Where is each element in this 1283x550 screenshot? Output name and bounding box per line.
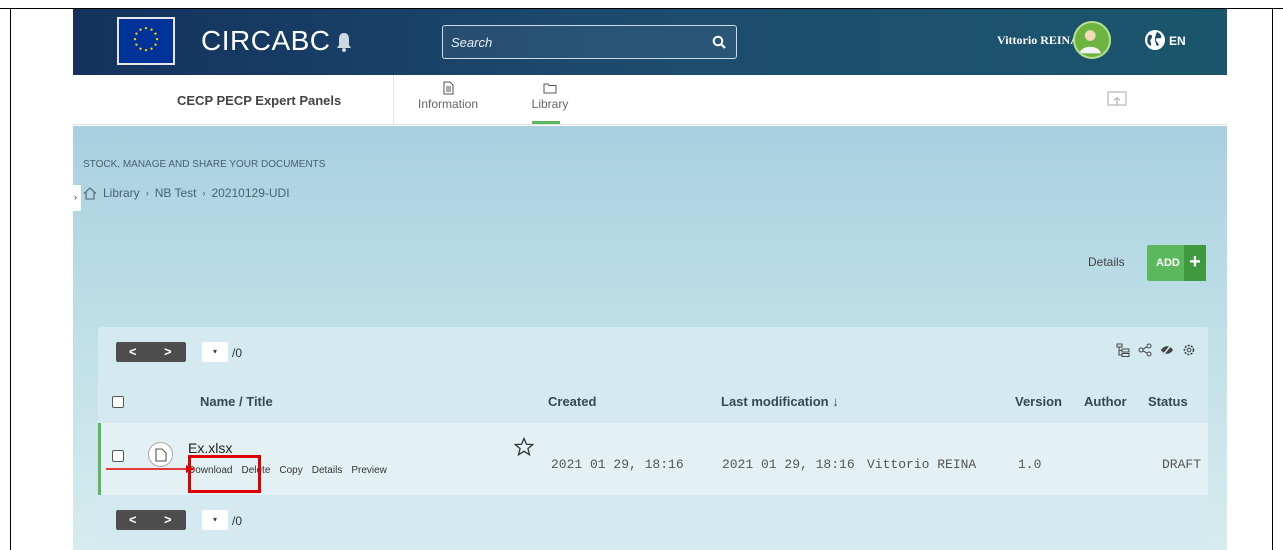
frame-right-border <box>1272 8 1273 550</box>
breadcrumb: Library › NB Test › 20210129-UDI <box>83 186 290 200</box>
share-icon[interactable] <box>1138 343 1152 357</box>
version-value: 1.0 <box>1018 457 1042 472</box>
share-space-icon[interactable] <box>1107 91 1127 109</box>
select-all-checkbox[interactable] <box>112 396 124 408</box>
top-bar: CIRCABC Vittorio REINA EN <box>73 9 1227 75</box>
search-input[interactable] <box>451 32 701 52</box>
tab-library[interactable]: Library <box>528 81 572 111</box>
column-name[interactable]: Name / Title <box>200 394 273 409</box>
breadcrumb-nb-test[interactable]: NB Test <box>155 186 197 200</box>
row-checkbox[interactable] <box>112 450 124 462</box>
globe-icon[interactable] <box>1144 29 1166 51</box>
page-select[interactable]: ▾ <box>202 510 228 530</box>
table-header: Name / Title Created Last modification ↓… <box>98 377 1208 423</box>
column-version[interactable]: Version <box>1015 394 1062 409</box>
avatar[interactable] <box>1073 21 1111 59</box>
annotation-highlight-box <box>188 455 261 493</box>
folder-icon <box>543 83 557 94</box>
status-badge: DRAFT <box>1162 457 1202 472</box>
tab-information-label: Information <box>417 97 479 111</box>
list-tools <box>1116 343 1196 357</box>
pager-top: < > <box>116 342 186 362</box>
column-last-modification[interactable]: Last modification ↓ <box>721 394 839 409</box>
document-list-panel: < > ▾ /0 Name / Title Created Last modif… <box>98 327 1208 543</box>
breadcrumb-library[interactable]: Library <box>103 186 140 200</box>
modified-date: 2021 01 29, 18:16 <box>722 457 855 472</box>
gear-icon[interactable] <box>1182 343 1196 357</box>
column-created[interactable]: Created <box>548 394 596 409</box>
table-row: Ex.xlsx Download Delete Copy Details Pre… <box>98 423 1208 495</box>
column-status[interactable]: Status <box>1148 394 1188 409</box>
page-count: /0 <box>232 346 243 360</box>
details-link[interactable]: Details <box>1088 255 1125 269</box>
modified-by: Vittorio REINA <box>867 457 977 472</box>
eu-flag-logo[interactable] <box>117 17 175 65</box>
breadcrumb-separator-icon: › <box>145 188 149 198</box>
preview-action[interactable]: Preview <box>351 465 387 476</box>
tab-information[interactable]: Information <box>408 81 488 111</box>
details-action[interactable]: Details <box>312 465 343 476</box>
copy-action[interactable]: Copy <box>279 465 302 476</box>
next-page-button[interactable]: > <box>164 344 172 359</box>
add-button[interactable]: ADD + <box>1147 245 1206 281</box>
search-icon[interactable] <box>712 35 726 49</box>
user-name[interactable]: Vittorio REINA <box>997 33 1079 48</box>
plus-icon: + <box>1184 245 1206 281</box>
home-icon <box>83 186 97 200</box>
column-author[interactable]: Author <box>1084 394 1127 409</box>
pager-bottom: < > <box>116 510 186 530</box>
frame-left-border <box>10 8 11 550</box>
bell-icon[interactable] <box>334 31 354 53</box>
app-brand-title[interactable]: CIRCABC <box>201 25 331 57</box>
document-icon <box>443 81 454 95</box>
prev-page-button[interactable]: < <box>129 344 137 359</box>
circabc-app: CIRCABC Vittorio REINA EN CECP P <box>73 9 1227 550</box>
sub-navigation: CECP PECP Expert Panels Information Libr… <box>73 75 1227 125</box>
hide-icon[interactable] <box>1160 343 1174 357</box>
created-date: 2021 01 29, 18:16 <box>551 457 684 472</box>
chevron-right-icon: › <box>74 192 77 202</box>
page-count: /0 <box>232 514 243 528</box>
tab-library-label: Library <box>531 97 569 111</box>
file-name[interactable]: Ex.xlsx <box>188 440 232 456</box>
breadcrumb-separator-icon: › <box>202 188 206 198</box>
sidebar-toggle[interactable]: › <box>73 185 81 211</box>
nav-divider <box>393 75 394 125</box>
page-select[interactable]: ▾ <box>202 342 228 362</box>
language-selector[interactable]: EN <box>1169 34 1186 48</box>
add-button-label: ADD <box>1156 257 1180 269</box>
breadcrumb-current[interactable]: 20210129-UDI <box>211 186 289 200</box>
group-title[interactable]: CECP PECP Expert Panels <box>177 93 341 108</box>
prev-page-button[interactable]: < <box>129 512 137 527</box>
search-box <box>442 25 737 59</box>
star-icon[interactable] <box>514 437 534 457</box>
annotation-arrow <box>106 465 195 473</box>
active-tab-indicator <box>532 121 560 124</box>
tree-view-icon[interactable] <box>1116 343 1130 357</box>
page-subtitle: STOCK, MANAGE AND SHARE YOUR DOCUMENTS <box>83 159 326 170</box>
next-page-button[interactable]: > <box>164 512 172 527</box>
